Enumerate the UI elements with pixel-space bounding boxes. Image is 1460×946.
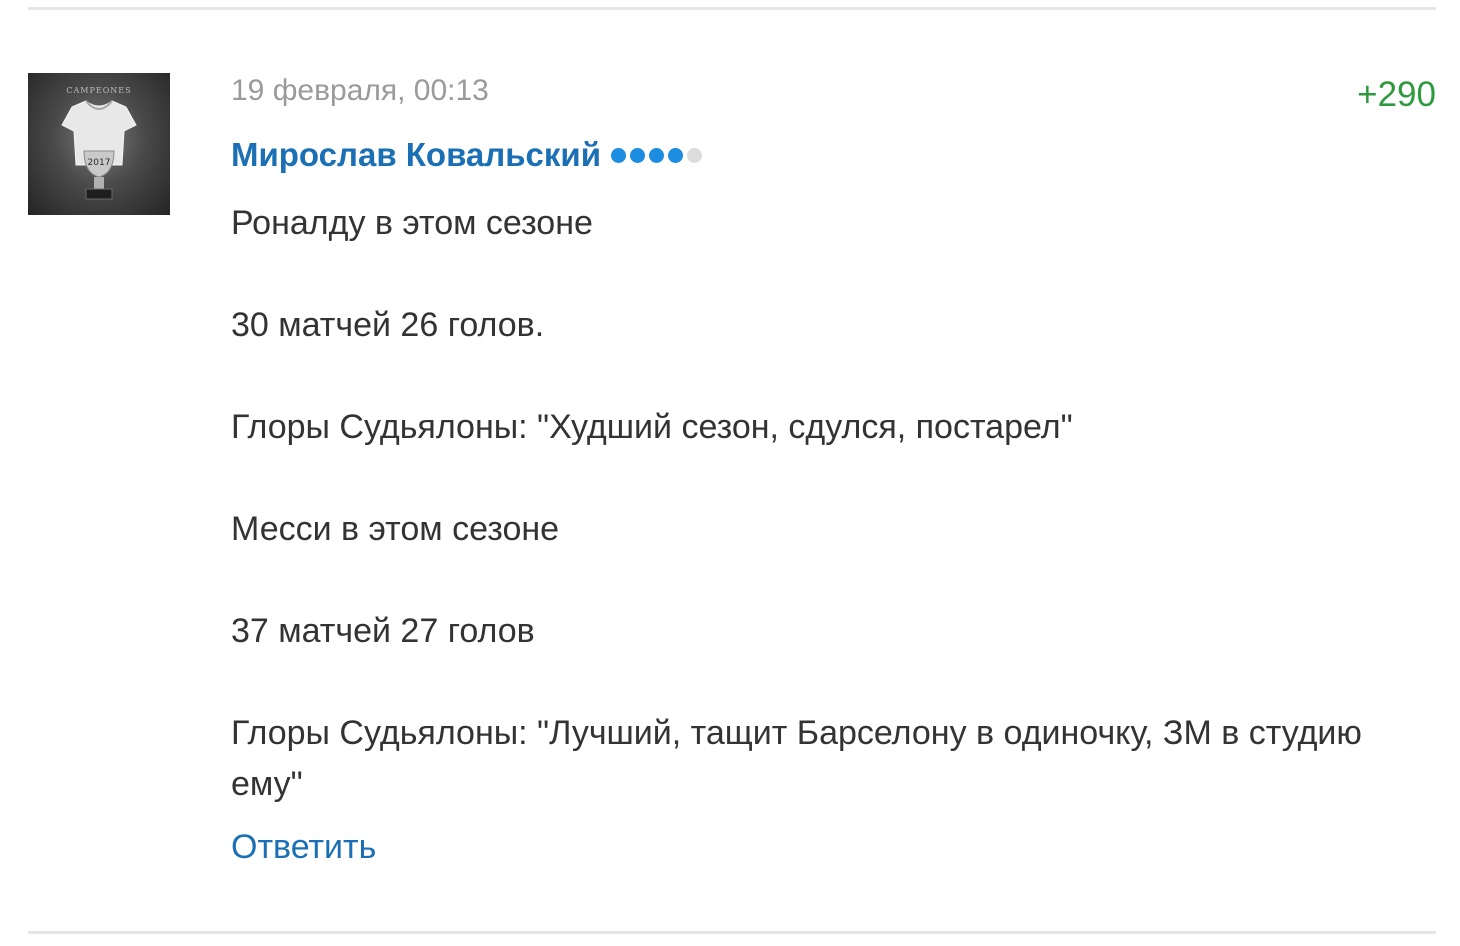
bottom-divider: [28, 931, 1436, 934]
comment-date: 19 февраля, 00:13: [231, 74, 489, 107]
comment-text: Роналду в этом сезоне 30 матчей 26 голов…: [231, 198, 1421, 810]
user-rank-indicator: [610, 147, 702, 163]
reply-link[interactable]: Ответить: [231, 826, 376, 868]
comment-paragraph: Глоры Судьялоны: "Лучший, тащит Барселон…: [231, 714, 1362, 803]
comment-score: +290: [1357, 75, 1436, 114]
comment-paragraph: 37 матчей 27 голов: [231, 612, 535, 650]
rank-dot-icon: [610, 147, 626, 163]
author-name-link[interactable]: Мирослав Ковальский: [231, 136, 601, 174]
avatar-image-icon: CAMPEONES 2017: [61, 86, 137, 200]
user-avatar[interactable]: CAMPEONES 2017: [28, 73, 170, 215]
comment-paragraph: Роналду в этом сезоне: [231, 204, 593, 242]
top-divider: [28, 7, 1436, 10]
rank-dot-empty-icon: [686, 147, 702, 163]
comment-paragraph: Глоры Судьялоны: "Худший сезон, сдулся, …: [231, 408, 1073, 446]
rank-dot-icon: [648, 147, 664, 163]
rank-dot-icon: [629, 147, 645, 163]
comment-paragraph: Месси в этом сезоне: [231, 510, 560, 548]
svg-text:CAMPEONES: CAMPEONES: [66, 86, 131, 95]
svg-text:2017: 2017: [88, 158, 111, 168]
comment-paragraph: 30 матчей 26 голов.: [231, 306, 545, 344]
author-row: Мирослав Ковальский: [231, 135, 702, 175]
rank-dot-icon: [667, 147, 683, 163]
